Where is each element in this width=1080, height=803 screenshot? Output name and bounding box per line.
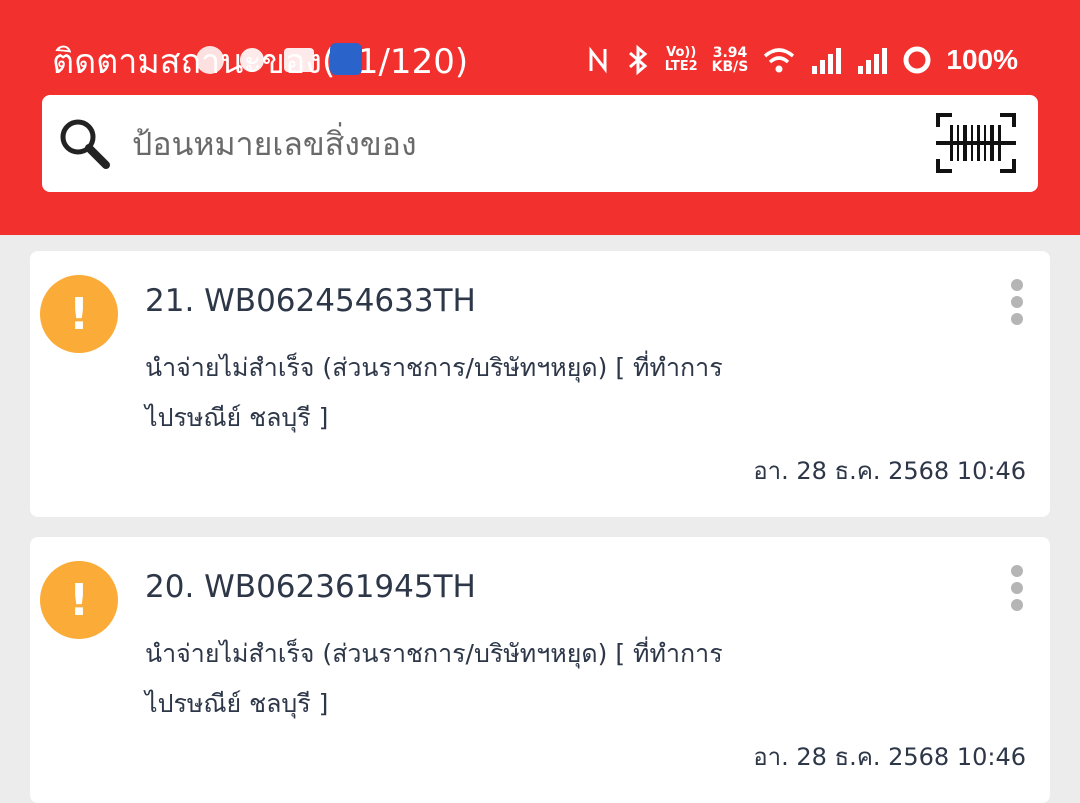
tracking-status: นำจ่ายไม่สำเร็จ (ส่วนราชการ/บริษัทฯหยุด)… <box>145 639 723 718</box>
nfc-icon <box>589 46 607 74</box>
more-options-icon[interactable] <box>1010 279 1024 325</box>
signal-2-icon <box>858 48 888 74</box>
tracking-item-card[interactable]: ! 20. WB062361945TH นำจ่ายไม่สำเร็จ (ส่ว… <box>30 537 1050 803</box>
status-app-title: ติดตามสถานะของ <box>52 42 322 82</box>
notification-dot-icon <box>240 48 264 72</box>
search-bar[interactable] <box>42 95 1038 192</box>
barcode-scan-icon[interactable] <box>936 113 1016 173</box>
search-input[interactable] <box>132 121 892 167</box>
battery-icon <box>903 46 931 74</box>
tracking-number: 21. WB062454633TH <box>145 283 476 319</box>
tracking-date: อา. 28 ธ.ค. 2568 10:46 <box>753 743 1026 771</box>
signal-1-icon <box>812 48 842 74</box>
network-speed: 3.94 KB/S <box>711 45 749 75</box>
search-icon <box>60 119 110 169</box>
battery-percent: 100% <box>946 44 1018 75</box>
messenger-icon <box>196 46 224 74</box>
tracking-number: 20. WB062361945TH <box>145 569 476 605</box>
more-options-icon[interactable] <box>1010 565 1024 611</box>
app-header: ติดตามสถานะของ(21/120) Vo)) LTE2 3.94 KB/S <box>0 0 1080 235</box>
status-bar: ติดตามสถานะของ(21/120) Vo)) LTE2 3.94 KB/S <box>0 36 1080 88</box>
wifi-icon <box>764 48 795 73</box>
volte-indicator: Vo)) LTE2 <box>664 45 698 74</box>
tracking-item-card[interactable]: ! 21. WB062454633TH นำจ่ายไม่สำเร็จ (ส่ว… <box>30 251 1050 517</box>
tracking-status: นำจ่ายไม่สำเร็จ (ส่วนราชการ/บริษัทฯหยุด)… <box>145 353 723 432</box>
mail-icon <box>284 48 314 72</box>
radar-app-icon <box>330 43 362 75</box>
bluetooth-icon <box>628 44 648 76</box>
alert-icon: ! <box>40 561 118 639</box>
alert-icon: ! <box>40 275 118 353</box>
tracking-date: อา. 28 ธ.ค. 2568 10:46 <box>753 457 1026 485</box>
status-icons: Vo)) LTE2 3.94 KB/S 100% <box>587 36 1018 84</box>
